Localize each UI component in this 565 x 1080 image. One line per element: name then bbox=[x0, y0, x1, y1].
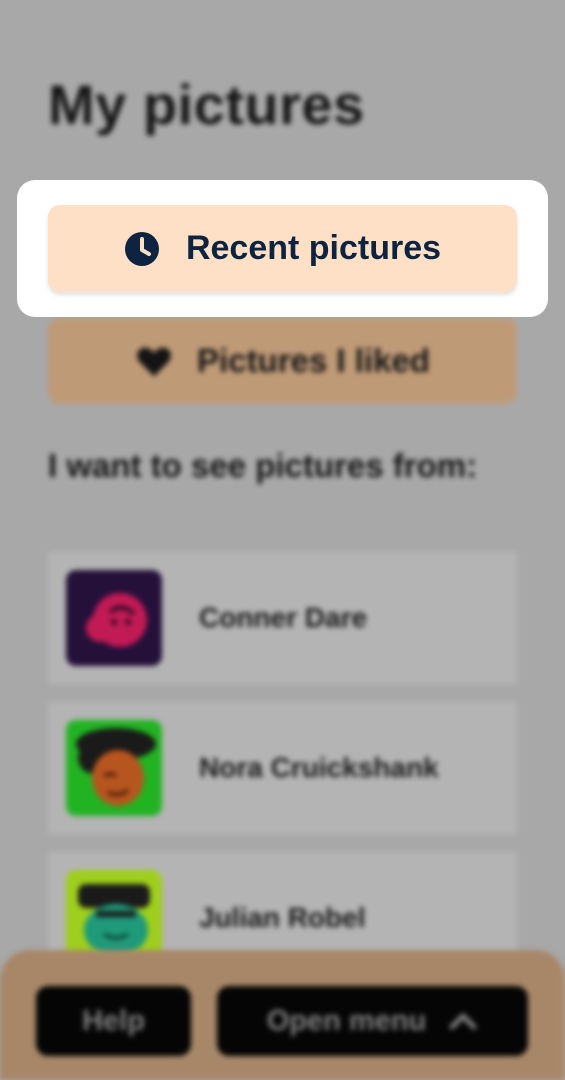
user-item-conner-dare[interactable]: Conner Dare bbox=[48, 552, 517, 684]
help-button[interactable]: Help bbox=[36, 986, 191, 1056]
open-menu-button[interactable]: Open menu bbox=[217, 986, 528, 1056]
avatar-illustration bbox=[86, 593, 147, 647]
recent-pictures-label: Recent pictures bbox=[185, 229, 442, 267]
recent-pictures-button[interactable]: Recent pictures bbox=[48, 205, 517, 292]
heart-icon bbox=[137, 347, 171, 377]
help-label: Help bbox=[82, 1004, 145, 1037]
avatar bbox=[66, 570, 162, 666]
avatar-illustration bbox=[76, 728, 156, 806]
user-item-nora-cruickshank[interactable]: Nora Cruickshank bbox=[48, 702, 517, 834]
avatar bbox=[66, 720, 162, 816]
filter-heading: I want to see pictures from: bbox=[48, 447, 478, 484]
pictures-liked-label: Pictures I liked bbox=[197, 342, 430, 379]
page-title: My pictures bbox=[48, 73, 365, 136]
dimmed-page: My pictures Pictures I liked I want to s… bbox=[0, 0, 565, 1080]
user-name: Julian Robel bbox=[199, 902, 366, 933]
open-menu-label: Open menu bbox=[266, 1004, 427, 1037]
chevron-up-icon bbox=[449, 1013, 477, 1030]
bottom-bar: Help Open menu bbox=[0, 950, 565, 1080]
pictures-liked-button[interactable]: Pictures I liked bbox=[48, 318, 517, 404]
user-list: Conner Dare Nora Cruickshank Julian Robe… bbox=[48, 552, 517, 1002]
clock-icon bbox=[124, 231, 159, 266]
user-name: Nora Cruickshank bbox=[199, 752, 439, 783]
user-name: Conner Dare bbox=[199, 602, 368, 633]
